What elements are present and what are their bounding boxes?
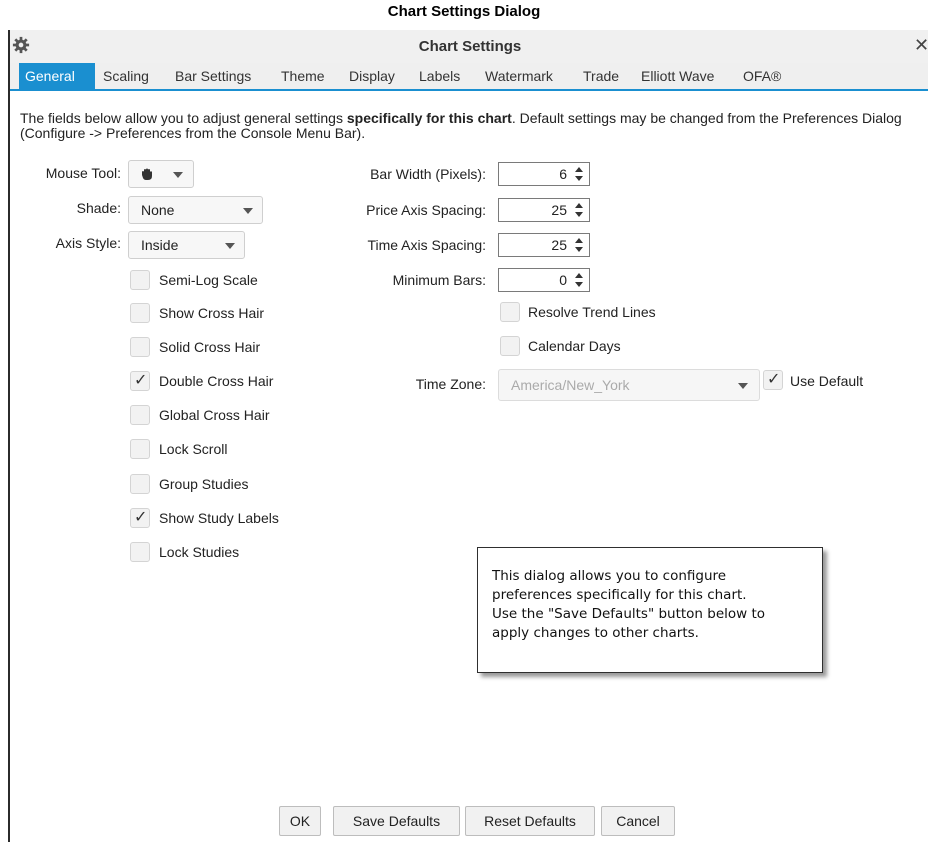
- minimum-bars-value: 0: [559, 272, 567, 288]
- tab-display[interactable]: Display: [343, 63, 401, 89]
- time-zone-dropdown[interactable]: America/New_York: [498, 369, 760, 401]
- tab-trade[interactable]: Trade: [577, 63, 625, 89]
- semi-log-scale-label: Semi-Log Scale: [159, 272, 258, 288]
- shade-value: None: [141, 202, 175, 218]
- use-default-label: Use Default: [790, 373, 864, 389]
- show-study-labels-checkbox[interactable]: ✓: [130, 508, 150, 528]
- shade-dropdown[interactable]: None: [128, 196, 263, 224]
- price-axis-spacing-value: 25: [551, 202, 567, 218]
- save-defaults-button[interactable]: Save Defaults: [333, 806, 460, 836]
- group-studies-checkbox[interactable]: [130, 474, 150, 494]
- tab-elliott-wave[interactable]: Elliott Wave: [635, 63, 720, 89]
- tooltip-line-4: apply changes to other charts.: [492, 625, 699, 641]
- calendar-days-checkbox[interactable]: [500, 336, 520, 356]
- solid-cross-hair-checkbox[interactable]: [130, 337, 150, 357]
- description-bold: specifically for this chart: [346, 110, 512, 126]
- time-axis-spacing-label: Time Axis Spacing:: [367, 237, 486, 253]
- show-study-labels-label: Show Study Labels: [159, 510, 279, 526]
- window-title: Chart Settings: [418, 38, 522, 55]
- tab-general[interactable]: General: [19, 63, 95, 89]
- show-cross-hair-label: Show Cross Hair: [159, 305, 265, 321]
- ok-button[interactable]: OK: [279, 806, 321, 836]
- spinner-arrows-icon[interactable]: [574, 237, 584, 253]
- global-cross-hair-label: Global Cross Hair: [159, 407, 270, 423]
- description-part-1: The fields below allow you to adjust gen…: [20, 110, 347, 126]
- bar-width-value: 6: [559, 166, 567, 182]
- chevron-down-icon: [738, 383, 748, 389]
- shade-label: Shade:: [76, 200, 121, 216]
- tooltip-line-3: Use the "Save Defaults" button below to: [492, 606, 766, 622]
- double-cross-hair-label: Double Cross Hair: [159, 373, 274, 389]
- close-icon[interactable]: ✕: [914, 35, 928, 56]
- price-axis-spacing-label: Price Axis Spacing:: [366, 202, 486, 218]
- axis-style-value: Inside: [141, 237, 179, 253]
- axis-style-dropdown[interactable]: Inside: [128, 231, 245, 259]
- calendar-days-label: Calendar Days: [528, 338, 621, 354]
- tab-underline: [10, 89, 928, 91]
- show-cross-hair-checkbox[interactable]: [130, 303, 150, 323]
- mouse-tool-dropdown[interactable]: [128, 160, 194, 188]
- bar-width-label: Bar Width (Pixels):: [370, 166, 486, 182]
- lock-studies-checkbox[interactable]: [130, 542, 150, 562]
- chevron-down-icon: [225, 243, 235, 249]
- tab-theme[interactable]: Theme: [275, 63, 331, 89]
- spinner-arrows-icon[interactable]: [574, 202, 584, 218]
- tab-ofa[interactable]: OFA®: [737, 63, 787, 89]
- cancel-button[interactable]: Cancel: [601, 806, 675, 836]
- checkmark-icon: ✓: [134, 509, 148, 526]
- group-studies-label: Group Studies: [159, 476, 249, 492]
- reset-defaults-button[interactable]: Reset Defaults: [465, 806, 595, 836]
- global-cross-hair-checkbox[interactable]: [130, 405, 150, 425]
- spinner-arrows-icon[interactable]: [574, 272, 584, 288]
- tab-labels[interactable]: Labels: [413, 63, 466, 89]
- double-cross-hair-checkbox[interactable]: ✓: [130, 371, 150, 391]
- minimum-bars-label: Minimum Bars:: [392, 272, 486, 288]
- axis-style-label: Axis Style:: [55, 235, 121, 251]
- tooltip-line-2: preferences specifically for this chart.: [492, 587, 747, 603]
- mouse-tool-label: Mouse Tool:: [45, 165, 121, 181]
- time-zone-label: Time Zone:: [415, 376, 486, 392]
- resolve-trend-lines-label: Resolve Trend Lines: [528, 304, 656, 320]
- lock-scroll-checkbox[interactable]: [130, 439, 150, 459]
- hand-icon: [142, 168, 152, 180]
- solid-cross-hair-label: Solid Cross Hair: [159, 339, 261, 355]
- resolve-trend-lines-checkbox[interactable]: [500, 302, 520, 322]
- tooltip-line-1: This dialog allows you to configure: [492, 568, 727, 584]
- time-axis-spacing-value: 25: [551, 237, 567, 253]
- price-axis-spacing-spinner[interactable]: 25: [498, 198, 590, 222]
- tab-watermark[interactable]: Watermark: [479, 63, 559, 89]
- tab-scaling[interactable]: Scaling: [97, 63, 155, 89]
- chevron-down-icon: [243, 208, 253, 214]
- tab-bar: General Scaling Bar Settings Theme Displ…: [10, 63, 928, 89]
- chevron-down-icon: [173, 172, 183, 178]
- spinner-arrows-icon[interactable]: [574, 166, 584, 182]
- figure-caption: Chart Settings Dialog: [387, 3, 541, 20]
- title-bar[interactable]: Chart Settings ✕: [10, 30, 928, 63]
- semi-log-scale-checkbox[interactable]: [130, 270, 150, 290]
- checkmark-icon: ✓: [134, 372, 148, 389]
- bar-width-spinner[interactable]: 6: [498, 162, 590, 186]
- time-axis-spacing-spinner[interactable]: 25: [498, 233, 590, 257]
- lock-studies-label: Lock Studies: [159, 544, 240, 560]
- time-zone-value: America/New_York: [511, 377, 630, 393]
- chart-settings-dialog: Chart Settings ✕ General Scaling Bar Set…: [8, 30, 928, 842]
- info-tooltip: This dialog allows you to configure pref…: [477, 547, 823, 673]
- checkmark-icon: ✓: [767, 371, 781, 388]
- description-text: The fields below allow you to adjust gen…: [20, 111, 925, 141]
- use-default-checkbox[interactable]: ✓: [763, 370, 783, 390]
- minimum-bars-spinner[interactable]: 0: [498, 268, 590, 292]
- tab-bar-settings[interactable]: Bar Settings: [169, 63, 257, 89]
- lock-scroll-label: Lock Scroll: [159, 441, 228, 457]
